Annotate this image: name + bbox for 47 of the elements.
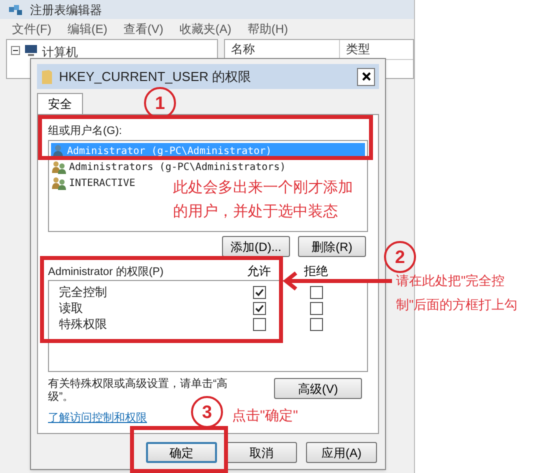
users-icon (51, 160, 67, 174)
registry-icon (8, 4, 24, 16)
computer-icon (23, 44, 39, 57)
tab[interactable]: 安全 (37, 93, 83, 114)
checkbox[interactable] (252, 318, 266, 330)
help-link[interactable]: 了解访问控制和权限 (48, 410, 147, 426)
tree-item[interactable]: 计算机 (42, 43, 78, 61)
annotation-note: 制"后面的方框打上勾 (396, 296, 518, 314)
permission-name: 特殊权限 (58, 316, 108, 333)
dialog-button[interactable]: 确定 (146, 442, 217, 463)
dialog-button[interactable]: 应用(A) (306, 442, 377, 463)
user-list-item[interactable]: INTERACTIVE (51, 175, 136, 191)
annotation-note: 点击"确定" (232, 406, 298, 425)
advanced-button[interactable]: 高级(V) (274, 378, 362, 399)
menu-item[interactable]: 编辑(E) (67, 20, 108, 38)
annotation-note: 的用户，并处于选中装态 (173, 203, 339, 221)
column-header: 拒绝 (303, 263, 329, 280)
permissions-label: Administrator 的权限(P) (48, 264, 165, 280)
checkbox[interactable] (310, 318, 322, 330)
remove-button[interactable]: 删除(R) (298, 236, 366, 257)
close-button[interactable] (357, 68, 375, 86)
user-icon (51, 144, 65, 158)
menu-item[interactable]: 帮助(H) (247, 20, 288, 38)
permission-name: 读取 (58, 300, 84, 317)
collapse-icon[interactable] (11, 46, 20, 55)
folder-icon (41, 68, 53, 84)
add-button[interactable]: 添加(D)... (222, 236, 290, 257)
column-header: 允许 (246, 263, 272, 280)
user-list-item[interactable]: Administrators (g-PC\Administrators) (51, 159, 286, 175)
menu-item[interactable]: 文件(F) (12, 20, 52, 38)
menu-item[interactable]: 收藏夹(A) (179, 20, 232, 38)
permission-name: 完全控制 (58, 284, 108, 301)
dialog-button[interactable]: 取消 (226, 442, 297, 463)
group-label: 组或用户名(G): (48, 124, 123, 138)
checkbox[interactable] (310, 286, 322, 298)
step-number: 3 (191, 396, 223, 428)
step-number: 2 (384, 241, 416, 273)
checkbox[interactable] (252, 286, 266, 298)
menu-item[interactable]: 查看(V) (123, 20, 164, 38)
checkbox[interactable] (310, 302, 322, 314)
annotation-note: 请在此处把"完全控 (396, 272, 506, 290)
users-icon (51, 176, 67, 190)
annotation-note: 此处会多出来一个刚才添加 (173, 179, 353, 197)
checkbox[interactable] (252, 302, 266, 314)
dialog-title: HKEY_CURRENT_USER 的权限 (59, 68, 252, 86)
close-icon (362, 72, 370, 81)
window-title: 注册表编辑器 (30, 2, 102, 18)
